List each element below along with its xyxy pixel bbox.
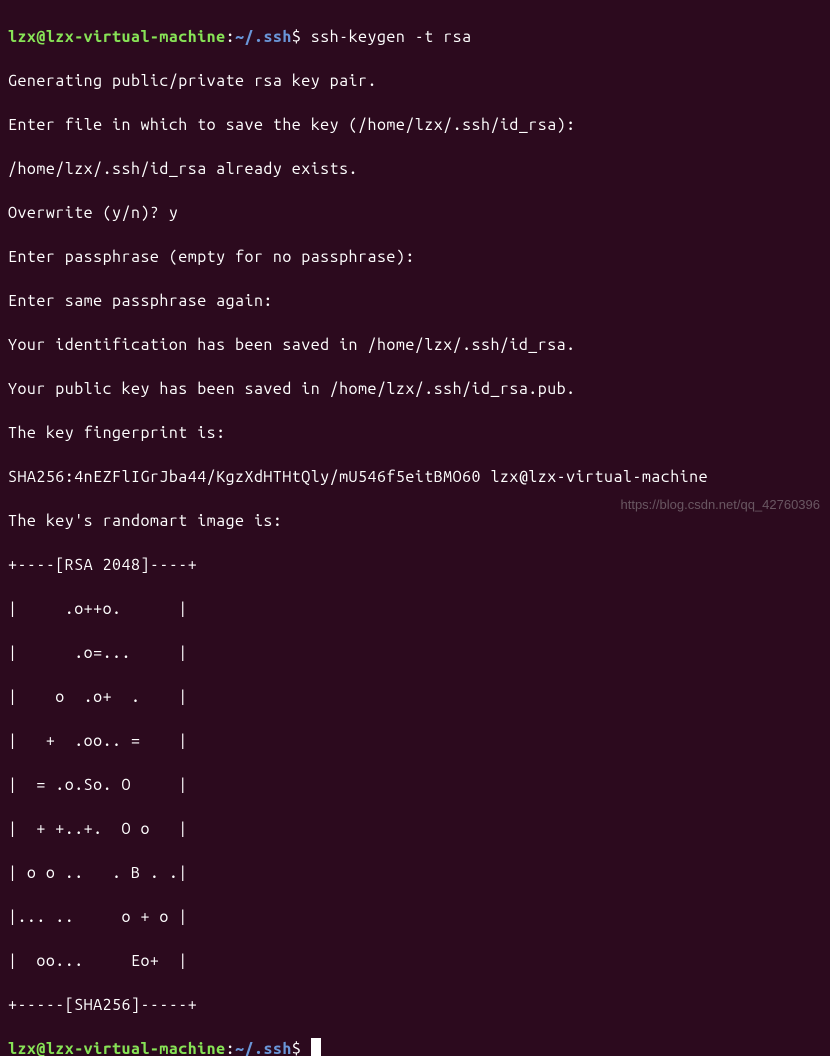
prompt-colon: :: [226, 28, 235, 46]
prompt-userhost: lzx@lzx-virtual-machine: [8, 1040, 226, 1056]
output-line: Your identification has been saved in /h…: [8, 334, 822, 356]
randomart-line: | o .o+ . |: [8, 686, 822, 708]
randomart-line: | + +..+. O o |: [8, 818, 822, 840]
output-line: SHA256:4nEZFlIGrJba44/KgzXdHTHtQly/mU546…: [8, 466, 822, 488]
terminal-output[interactable]: lzx@lzx-virtual-machine:~/.ssh$ ssh-keyg…: [8, 4, 822, 1056]
prompt-path: ~/.ssh: [235, 1040, 292, 1056]
randomart-line: | .o=... |: [8, 642, 822, 664]
randomart-line: | + .oo.. = |: [8, 730, 822, 752]
output-line: Overwrite (y/n)? y: [8, 202, 822, 224]
output-line: Generating public/private rsa key pair.: [8, 70, 822, 92]
prompt-userhost: lzx@lzx-virtual-machine: [8, 28, 226, 46]
output-line: The key fingerprint is:: [8, 422, 822, 444]
prompt-path: ~/.ssh: [235, 28, 292, 46]
prompt-colon: :: [226, 1040, 235, 1056]
command-text: ssh-keygen -t rsa: [311, 28, 472, 46]
randomart-line: | = .o.So. O |: [8, 774, 822, 796]
output-line: /home/lzx/.ssh/id_rsa already exists.: [8, 158, 822, 180]
randomart-line: +----[RSA 2048]----+: [8, 554, 822, 576]
output-line: Your public key has been saved in /home/…: [8, 378, 822, 400]
output-line: Enter same passphrase again:: [8, 290, 822, 312]
prompt-dollar: $: [292, 1040, 311, 1056]
cursor-icon: [311, 1038, 321, 1056]
output-line: Enter file in which to save the key (/ho…: [8, 114, 822, 136]
randomart-line: |... .. o + o |: [8, 906, 822, 928]
randomart-line: +-----[SHA256]-----+: [8, 994, 822, 1016]
output-line: Enter passphrase (empty for no passphras…: [8, 246, 822, 268]
randomart-line: | .o++o. |: [8, 598, 822, 620]
randomart-line: | o o .. . B . .|: [8, 862, 822, 884]
prompt-dollar: $: [292, 28, 311, 46]
randomart-line: | oo... Eo+ |: [8, 950, 822, 972]
watermark-text: https://blog.csdn.net/qq_42760396: [621, 494, 821, 516]
